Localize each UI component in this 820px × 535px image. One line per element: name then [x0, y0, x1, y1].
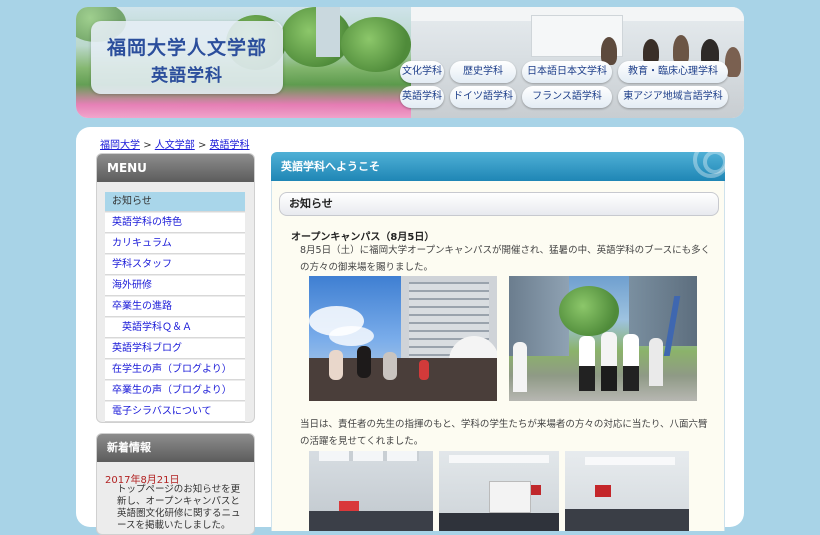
nav-higashiajia[interactable]: 東アジア地域言語学科 [618, 86, 728, 108]
booth-photo-2 [439, 451, 559, 531]
menu-item-blog[interactable]: 英語学科ブログ [105, 339, 245, 359]
booth-photo-1 [309, 451, 433, 531]
site-logo[interactable]: 福岡大学人文学部 英語学科 [91, 21, 283, 94]
open-campus-photo [309, 276, 497, 401]
breadcrumb-department[interactable]: 英語学科 [210, 140, 250, 151]
nav-nihongo[interactable]: 日本語日本文学科 [522, 61, 612, 83]
nav-furansugo[interactable]: フランス語学科 [522, 86, 612, 108]
article-paragraph: 8月5日（土）に福岡大学オープンキャンパスが開催され、猛暑の中、英語学科のブース… [300, 245, 711, 273]
breadcrumb-university[interactable]: 福岡大学 [100, 140, 140, 151]
booth-photo-3 [565, 451, 689, 531]
nav-bunka[interactable]: 文化学科 [400, 61, 444, 83]
logo-title: 福岡大学人文学部 [106, 37, 267, 59]
menu-item-staff[interactable]: 学科スタッフ [105, 255, 245, 275]
article-heading: オープンキャンパス（8月5日） [291, 232, 435, 243]
menu-item-alumni-voices[interactable]: 卒業生の声（ブログより） [105, 381, 245, 401]
section-heading: お知らせ [279, 192, 719, 216]
menu-item-overseas[interactable]: 海外研修 [105, 276, 245, 296]
site-header: 福岡大学人文学部 英語学科 文化学科 歴史学科 日本語日本文学科 教育・臨床心理… [76, 7, 744, 118]
logo-subtitle: 英語学科 [151, 66, 223, 86]
decor-ring-icon [703, 152, 725, 174]
article-paragraph: 当日は、責任者の先生の指揮のもと、学科の学生たちが来場者の方々の対応に当たり、八… [300, 419, 708, 447]
breadcrumb-faculty[interactable]: 人文学部 [155, 140, 195, 151]
menu-item-careers[interactable]: 卒業生の進路 [105, 297, 245, 317]
news-text: トップページのお知らせを更新し、オープンキャンパスと英語圏文化研修に関するニュー… [117, 484, 241, 531]
menu-title: MENU [97, 154, 254, 182]
students-photo [509, 276, 697, 401]
menu-item-syllabus[interactable]: 電子シラバスについて [105, 402, 245, 422]
nav-kyoiku[interactable]: 教育・臨床心理学科 [618, 61, 728, 83]
menu-item-curriculum[interactable]: カリキュラム [105, 234, 245, 254]
content-title: 英語学科へようこそ [271, 152, 725, 181]
menu-item-student-voices[interactable]: 在学生の声（ブログより） [105, 360, 245, 380]
menu-item-qa[interactable]: 英語学科Ｑ＆Ａ [105, 318, 245, 338]
nav-rekishi[interactable]: 歴史学科 [450, 61, 516, 83]
nav-eigo[interactable]: 英語学科 [400, 86, 444, 108]
content-title-text: 英語学科へようこそ [281, 160, 380, 173]
breadcrumb-separator: > [197, 140, 207, 151]
menu-list: お知らせ 英語学科の特色 カリキュラム 学科スタッフ 海外研修 卒業生の進路 英… [105, 192, 245, 422]
breadcrumb: 福岡大学 > 人文学部 > 英語学科 [100, 136, 250, 151]
news-title: 新着情報 [97, 434, 254, 462]
nav-doitsugo[interactable]: ドイツ語学科 [450, 86, 516, 108]
menu-item-features[interactable]: 英語学科の特色 [105, 213, 245, 233]
menu-item-news[interactable]: お知らせ [105, 192, 245, 212]
sidebar-menu: MENU お知らせ 英語学科の特色 カリキュラム 学科スタッフ 海外研修 卒業生… [96, 153, 255, 423]
breadcrumb-separator: > [143, 140, 152, 151]
